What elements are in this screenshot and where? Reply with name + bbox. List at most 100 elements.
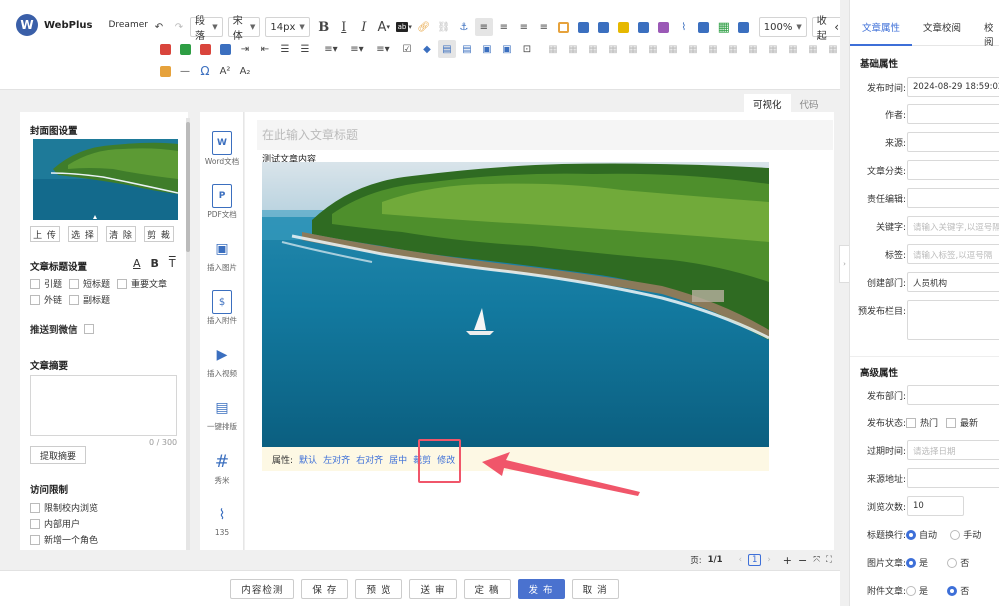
option-external-link[interactable]: 外链 <box>30 293 62 306</box>
xiumi-button[interactable]: # 秀米 <box>200 450 244 486</box>
italic-button[interactable]: I <box>355 18 373 36</box>
save-button[interactable]: 保 存 <box>301 578 349 599</box>
keywords-input[interactable]: 请输入关键字,以逗号隔 <box>907 216 999 236</box>
source-url-input[interactable] <box>907 468 999 488</box>
editor-input[interactable] <box>907 188 999 208</box>
map-icon[interactable] <box>695 18 713 36</box>
tags-input[interactable]: 请输入标签,以逗号隔 <box>907 244 999 264</box>
checkbox[interactable] <box>30 294 40 305</box>
music-icon[interactable] <box>655 18 673 36</box>
upload-button[interactable]: 上 传 <box>30 226 60 242</box>
horizontal-rule-button[interactable]: — <box>176 62 194 80</box>
option-subtitle[interactable]: 副标题 <box>69 293 110 306</box>
zoom-in-icon[interactable]: + <box>783 554 792 567</box>
unlink-icon[interactable]: ⛓︎ <box>435 18 453 36</box>
summary-textarea[interactable] <box>30 375 177 436</box>
one-click-layout-button[interactable]: ▤ 一键排版 <box>200 396 244 432</box>
subscript-button[interactable]: A₂ <box>236 62 254 80</box>
format-painter-icon[interactable]: ◆ <box>418 40 436 58</box>
insert-word-button[interactable]: W Word文档 <box>200 131 244 167</box>
radio[interactable] <box>950 529 961 540</box>
undo-icon[interactable]: ↶ <box>150 18 168 36</box>
checkbox[interactable] <box>946 417 957 428</box>
merge-cells-icon[interactable]: ▦ <box>704 40 722 58</box>
publish-dept-input[interactable] <box>907 385 999 405</box>
publish-time-input[interactable]: 2024-08-29 18:59:02 <box>907 77 999 97</box>
prev-page-icon[interactable]: ‹ <box>739 555 742 565</box>
insert-row-above-icon[interactable]: ▦ <box>584 40 602 58</box>
insert-col-right-icon[interactable]: ▦ <box>664 40 682 58</box>
outdent-icon[interactable]: ⇤ <box>256 40 274 58</box>
align-center-icon[interactable]: ≡ <box>495 18 513 36</box>
template-icon[interactable] <box>156 62 174 80</box>
current-page[interactable]: 1 <box>747 554 762 566</box>
radio-checked[interactable] <box>947 585 958 596</box>
article-image[interactable] <box>262 162 769 447</box>
checkbox[interactable] <box>30 518 40 529</box>
crop-button[interactable]: 剪 裁 <box>144 226 174 242</box>
wrap-manual[interactable]: 手动 <box>950 528 981 541</box>
merge-down-icon[interactable]: ▦ <box>744 40 762 58</box>
align-justify-icon[interactable]: ≡ <box>535 18 553 36</box>
image-left-icon[interactable]: ▤ <box>438 40 456 58</box>
merge-right-icon[interactable]: ▦ <box>724 40 742 58</box>
title-color-icon[interactable]: A <box>133 257 141 270</box>
special-char-button[interactable]: Ω <box>196 62 214 80</box>
article-title-input[interactable]: 在此输入文章标题 <box>257 120 833 150</box>
delete-table-icon[interactable]: ▦ <box>564 40 582 58</box>
tab-article-review[interactable]: 文章校阅 <box>923 20 961 34</box>
author-input[interactable] <box>907 104 999 124</box>
attr-align-left[interactable]: 左对齐 <box>323 453 350 466</box>
pre-column-input[interactable] <box>907 300 999 340</box>
letter-spacing-icon[interactable]: ≡▾ <box>374 40 392 58</box>
checkbox[interactable] <box>117 278 127 289</box>
source-input[interactable] <box>907 132 999 152</box>
zoom-out-icon[interactable]: − <box>798 554 807 567</box>
insert-image-button[interactable]: ▣ 插入图片 <box>200 237 244 273</box>
split-cols-icon[interactable]: ▦ <box>804 40 822 58</box>
extract-summary-button[interactable]: 提取摘要 <box>30 446 86 464</box>
clear-button[interactable]: 清 除 <box>106 226 136 242</box>
publish-button[interactable]: 发 布 <box>517 578 565 599</box>
superscript-button[interactable]: A² <box>216 62 234 80</box>
preview-button[interactable]: 预 览 <box>355 578 403 599</box>
table-icon[interactable]: ▦ <box>715 18 733 36</box>
status-hot[interactable]: 热门 <box>906 416 938 429</box>
status-latest[interactable]: 最新 <box>946 416 978 429</box>
zoom-select[interactable]: 100% ▼ <box>758 17 807 37</box>
tab-visual[interactable]: 可视化 <box>744 94 791 114</box>
content-check-button[interactable]: 内容检测 <box>230 578 295 599</box>
select-button[interactable]: 选 择 <box>68 226 98 242</box>
wrap-auto[interactable]: 自动 <box>906 528 937 541</box>
image-right-icon[interactable]: ▤ <box>458 40 476 58</box>
font-family-select[interactable]: 宋体 ▼ <box>227 16 261 42</box>
word-icon[interactable] <box>216 40 234 58</box>
cancel-button[interactable]: 取 消 <box>571 578 619 599</box>
redo-icon[interactable]: ↷ <box>170 18 188 36</box>
bold-button[interactable]: B <box>315 18 333 36</box>
delete-col-icon[interactable]: ▦ <box>684 40 702 58</box>
option-short-title[interactable]: 短标题 <box>69 277 110 290</box>
title-bold-icon[interactable]: B <box>151 257 159 270</box>
fullscreen-icon[interactable]: ⛶ <box>826 555 832 565</box>
folder-icon[interactable] <box>615 18 633 36</box>
image-article-no[interactable]: 否 <box>947 556 969 569</box>
font-color-button[interactable]: A ▾ <box>375 18 393 36</box>
radio-checked[interactable] <box>906 557 916 568</box>
attr-center[interactable]: 居中 <box>389 453 407 466</box>
radio-checked[interactable] <box>906 529 916 540</box>
layout-icon[interactable] <box>555 18 573 36</box>
image-block-icon[interactable]: ▣ <box>498 40 516 58</box>
option-important[interactable]: 重要文章 <box>117 277 167 290</box>
insert-attachment-button[interactable]: $ 插入附件 <box>200 290 244 326</box>
push-wechat-option[interactable]: 推送到微信 <box>30 322 94 336</box>
align-left-icon[interactable]: ≡ <box>474 18 493 36</box>
attr-default[interactable]: 默认 <box>299 453 317 466</box>
image-icon[interactable] <box>575 18 593 36</box>
category-input[interactable] <box>907 160 999 180</box>
line-height-icon[interactable]: ≡▾ <box>322 40 340 58</box>
photo-icon[interactable] <box>595 18 613 36</box>
insert-col-left-icon[interactable]: ▦ <box>644 40 662 58</box>
attachment-icon[interactable]: ⌇ <box>675 18 693 36</box>
access-internal-users[interactable]: 内部用户 <box>30 517 80 530</box>
